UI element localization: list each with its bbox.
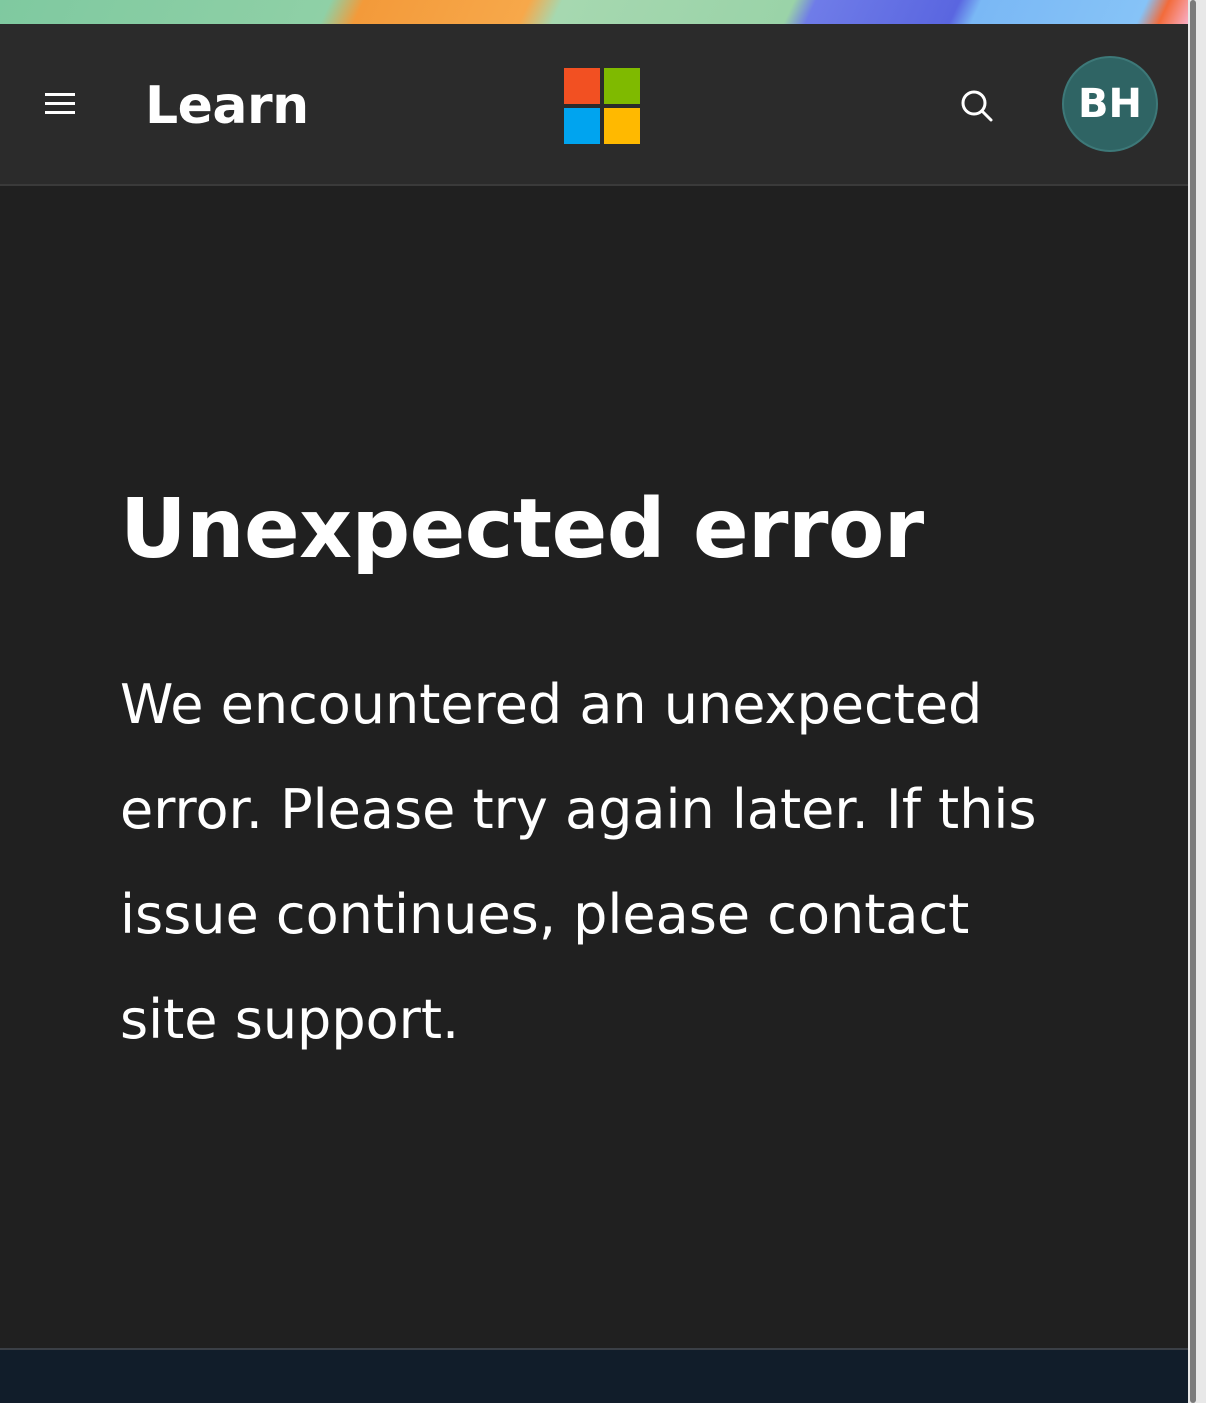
microsoft-logo[interactable]	[564, 68, 640, 144]
logo-square-green	[604, 68, 640, 104]
logo-square-blue	[564, 108, 600, 144]
hamburger-menu-icon	[45, 93, 75, 115]
footer	[0, 1348, 1188, 1403]
error-content: Unexpected error We encountered an unexp…	[120, 480, 1080, 1072]
scrollbar-thumb[interactable]	[1190, 0, 1196, 1403]
brand-title[interactable]: Learn	[145, 72, 309, 140]
logo-square-yellow	[604, 108, 640, 144]
scrollbar[interactable]	[1188, 0, 1206, 1403]
page-title: Unexpected error	[120, 482, 924, 577]
error-message: We encountered an unexpected error. Plea…	[120, 673, 1037, 1051]
user-avatar[interactable]: BH	[1062, 56, 1158, 152]
search-icon	[961, 90, 993, 122]
decorative-banner	[0, 0, 1188, 24]
menu-button[interactable]	[30, 79, 90, 129]
logo-square-red	[564, 68, 600, 104]
search-button[interactable]	[950, 79, 1004, 133]
page: Learn BH Unexpected error We encountered…	[0, 0, 1206, 1403]
top-navigation-bar: Learn BH	[0, 24, 1188, 186]
